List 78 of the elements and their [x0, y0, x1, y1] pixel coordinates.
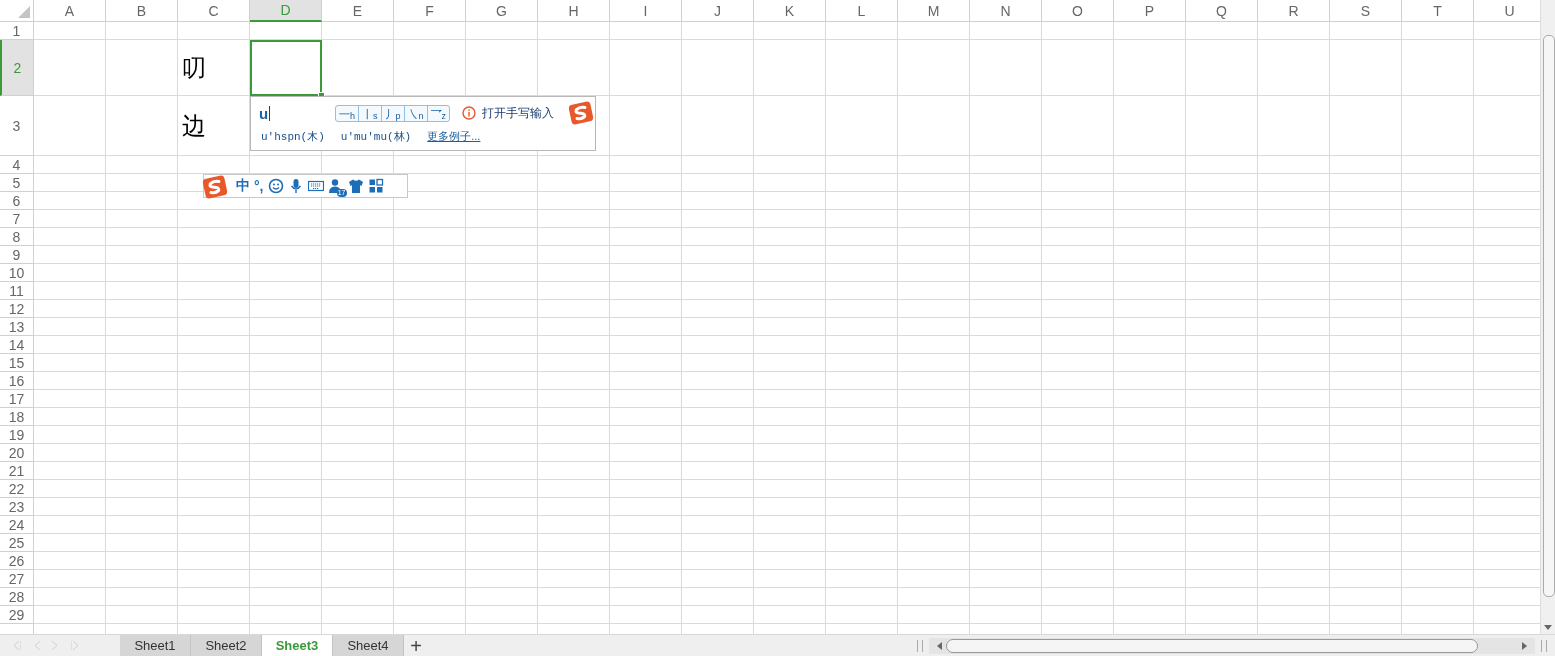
row-header[interactable]: 10: [0, 264, 34, 282]
row-header[interactable]: 9: [0, 246, 34, 264]
column-header[interactable]: G: [466, 0, 538, 22]
row-header[interactable]: 13: [0, 318, 34, 336]
row-header[interactable]: 3: [0, 96, 34, 156]
shirt-icon[interactable]: [347, 178, 364, 194]
splitter-grip[interactable]: [917, 639, 923, 652]
grid-icon[interactable]: [367, 178, 384, 194]
column-header[interactable]: L: [826, 0, 898, 22]
row-header[interactable]: 11: [0, 282, 34, 300]
column-header[interactable]: R: [1258, 0, 1330, 22]
keyboard-icon[interactable]: [307, 178, 324, 194]
table-cell-text: 叨: [181, 53, 207, 84]
column-header[interactable]: O: [1042, 0, 1114, 22]
row-header[interactable]: 20: [0, 444, 34, 462]
table-cell-text: 边: [181, 111, 207, 142]
sheet-tab[interactable]: Sheet1: [120, 635, 191, 656]
right-arrow-icon[interactable]: [1522, 641, 1527, 650]
sheet-tab[interactable]: Sheet3: [262, 635, 333, 656]
more-examples-link[interactable]: 更多例子...: [427, 129, 481, 144]
column-header[interactable]: I: [610, 0, 682, 22]
column-header[interactable]: K: [754, 0, 826, 22]
row-header[interactable]: 8: [0, 228, 34, 246]
column-header[interactable]: F: [394, 0, 466, 22]
column-header[interactable]: M: [898, 0, 970, 22]
row-header[interactable]: 29: [0, 606, 34, 624]
scrollbar-thumb[interactable]: [1543, 35, 1555, 597]
row-header[interactable]: 16: [0, 372, 34, 390]
row-header[interactable]: 7: [0, 210, 34, 228]
sheet-tab[interactable]: Sheet4: [333, 635, 404, 656]
row-header[interactable]: 26: [0, 552, 34, 570]
row-header[interactable]: 4: [0, 156, 34, 174]
row-header[interactable]: 12: [0, 300, 34, 318]
row-header[interactable]: 23: [0, 498, 34, 516]
example-text: u'mu'mu(林): [340, 130, 412, 144]
vertical-scrollbar[interactable]: [1540, 0, 1555, 634]
column-header[interactable]: H: [538, 0, 610, 22]
column-header[interactable]: J: [682, 0, 754, 22]
row-header[interactable]: 28: [0, 588, 34, 606]
column-header[interactable]: S: [1330, 0, 1402, 22]
sheet-tab[interactable]: Sheet2: [191, 635, 262, 656]
sogou-logo-icon[interactable]: [201, 173, 229, 201]
sogou-logo-icon[interactable]: [567, 99, 595, 127]
example-text: u'hspn(木): [261, 130, 325, 144]
row-header[interactable]: 5: [0, 174, 34, 192]
row-header[interactable]: 18: [0, 408, 34, 426]
row-header[interactable]: 6: [0, 192, 34, 210]
row-header[interactable]: 24: [0, 516, 34, 534]
row-header[interactable]: 1: [0, 22, 34, 40]
column-header[interactable]: C: [178, 0, 250, 22]
info-icon[interactable]: [462, 106, 477, 120]
input-text: u: [259, 104, 272, 122]
row-header[interactable]: 21: [0, 462, 34, 480]
handwriting-link[interactable]: 打开手写输入: [482, 104, 555, 122]
selected-cell[interactable]: [250, 40, 322, 96]
smiley-icon[interactable]: [267, 178, 284, 194]
row-header[interactable]: 14: [0, 336, 34, 354]
column-header[interactable]: Q: [1186, 0, 1258, 22]
punctuation-toggle[interactable]: °,: [254, 178, 264, 194]
column-header[interactable]: T: [1402, 0, 1474, 22]
row-header[interactable]: 27: [0, 570, 34, 588]
down-arrow-icon[interactable]: [1544, 625, 1552, 630]
scrollbar-thumb[interactable]: [946, 638, 1478, 653]
column-header[interactable]: A: [34, 0, 106, 22]
row-header[interactable]: 15: [0, 354, 34, 372]
row-header[interactable]: 25: [0, 534, 34, 552]
row-header[interactable]: 22: [0, 480, 34, 498]
column-header[interactable]: N: [970, 0, 1042, 22]
horizontal-scrollbar[interactable]: [929, 637, 1535, 654]
column-header[interactable]: E: [322, 0, 394, 22]
splitter-grip[interactable]: [1541, 639, 1547, 652]
left-arrow-icon[interactable]: [937, 641, 942, 650]
column-header[interactable]: B: [106, 0, 178, 22]
column-header[interactable]: P: [1114, 0, 1186, 22]
add-sheet-button[interactable]: +: [404, 635, 428, 656]
row-header[interactable]: 19: [0, 426, 34, 444]
row-header[interactable]: 17: [0, 390, 34, 408]
mode-toggle[interactable]: 中: [236, 177, 250, 195]
